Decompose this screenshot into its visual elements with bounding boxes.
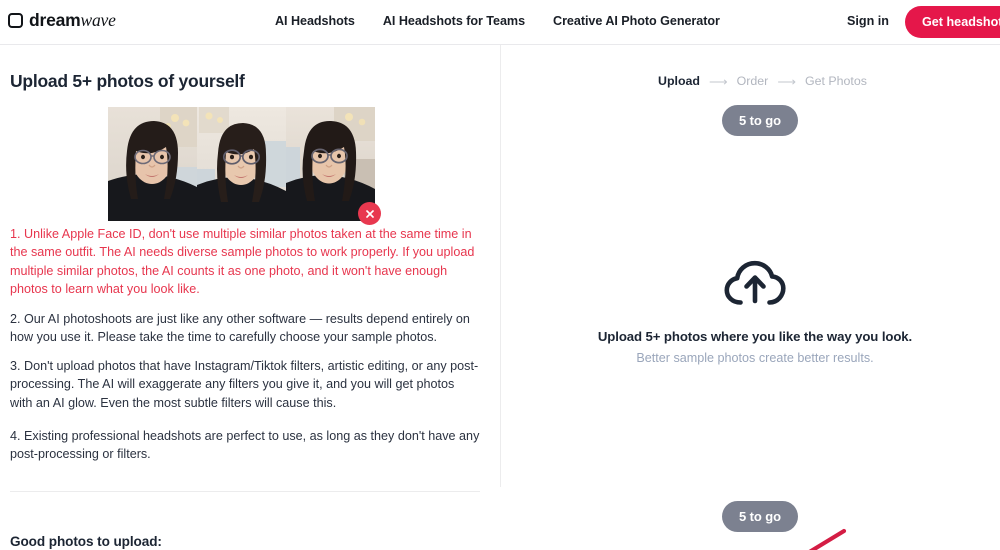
good-photos-heading: Good photos to upload: xyxy=(10,534,162,549)
thumbnail-photo-2[interactable] xyxy=(197,107,286,221)
breadcrumb-step-get-photos[interactable]: Get Photos xyxy=(805,74,867,88)
logo-text-wave: wave xyxy=(80,10,116,30)
arrow-right-icon: ⟶ xyxy=(777,73,796,89)
nav-item-ai-headshots[interactable]: AI Headshots xyxy=(275,14,355,28)
breadcrumb-step-order[interactable]: Order xyxy=(737,74,769,88)
right-panel: Upload ⟶ Order ⟶ Get Photos 5 to go Uplo… xyxy=(501,45,1000,550)
site-header: dreamwave AI Headshots AI Headshots for … xyxy=(0,0,1000,45)
breadcrumb: Upload ⟶ Order ⟶ Get Photos xyxy=(658,74,867,88)
photos-remaining-badge-bottom[interactable]: 5 to go xyxy=(722,501,798,532)
main-nav: AI Headshots AI Headshots for Teams Crea… xyxy=(275,14,720,28)
logo[interactable]: dreamwave xyxy=(8,10,116,31)
upload-note-4: 4. Existing professional headshots are p… xyxy=(10,429,480,462)
breadcrumb-step-upload[interactable]: Upload xyxy=(658,74,700,88)
left-panel: Upload 5+ photos of yourself 1. Unlike A… xyxy=(0,45,500,550)
page-title: Upload 5+ photos of yourself xyxy=(10,71,245,91)
thumbnail-photo-1[interactable] xyxy=(108,107,197,221)
upload-note-3: 3. Don't upload photos that have Instagr… xyxy=(10,359,479,410)
logo-text-dream: dream xyxy=(29,10,81,30)
uploaded-photos-row xyxy=(108,107,381,225)
cloud-upload-icon xyxy=(724,259,786,314)
photos-remaining-badge-top[interactable]: 5 to go xyxy=(722,105,798,136)
nav-item-ai-headshots-for-teams[interactable]: AI Headshots for Teams xyxy=(383,14,525,28)
section-divider xyxy=(10,491,480,492)
arrow-right-icon: ⟶ xyxy=(709,73,728,89)
upload-note-2: 2. Our AI photoshoots are just like any … xyxy=(10,312,470,345)
dropzone-subtitle: Better sample photos create better resul… xyxy=(636,350,874,365)
upload-note-1: 1. Unlike Apple Face ID, don't use multi… xyxy=(10,227,475,297)
nav-item-creative-ai-photo-generator[interactable]: Creative AI Photo Generator xyxy=(553,14,720,28)
get-headshots-button[interactable]: Get headshots xyxy=(905,6,1000,38)
page-root: dreamwave AI Headshots AI Headshots for … xyxy=(0,0,1000,550)
logo-text: dreamwave xyxy=(29,10,116,31)
sign-in-link[interactable]: Sign in xyxy=(847,14,889,28)
rounded-square-icon xyxy=(8,13,23,28)
remove-photo-button[interactable] xyxy=(358,202,381,225)
close-icon xyxy=(365,209,374,218)
dropzone-title: Upload 5+ photos where you like the way … xyxy=(597,328,913,344)
photo-dropzone[interactable]: Upload 5+ photos where you like the way … xyxy=(523,146,987,477)
